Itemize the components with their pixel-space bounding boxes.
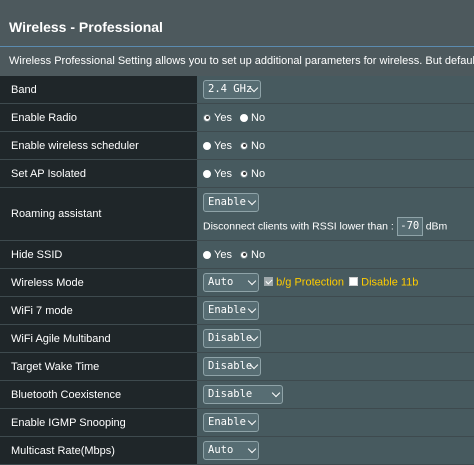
enable-radio-yes-radio[interactable]: [203, 113, 211, 122]
bg-protection-label: b/g Protection: [276, 276, 344, 289]
igmp-snooping-row: Enable IGMP Snooping Enable: [0, 408, 474, 437]
hide-ssid-no-radio[interactable]: [240, 250, 249, 259]
ap-isolated-yes-label: Yes: [214, 167, 232, 180]
enable-radio-row: Enable Radio Yes No: [0, 103, 474, 132]
chevron-down-icon: [247, 304, 257, 314]
wireless-mode-row: Wireless Mode Auto b/g Protection Disabl…: [0, 268, 474, 297]
page-title: Wireless - Professional: [9, 19, 163, 35]
bluetooth-coexistence-select[interactable]: Disable: [203, 385, 283, 404]
wifi7-mode-label: WiFi 7 mode: [0, 296, 197, 325]
agile-multiband-select[interactable]: Disable: [203, 329, 261, 348]
ap-isolated-no-label: No: [251, 167, 266, 180]
roaming-assistant-select[interactable]: Enable: [203, 192, 259, 212]
ap-isolated-no-radio[interactable]: [240, 169, 249, 178]
agile-multiband-row: WiFi Agile Multiband Disable: [0, 324, 474, 353]
wireless-scheduler-no-label: No: [251, 139, 266, 152]
multicast-rate-select[interactable]: Auto: [203, 441, 259, 460]
band-select[interactable]: 2.4 GHz: [203, 80, 261, 99]
page-description: Wireless Professional Setting allows you…: [9, 55, 474, 67]
target-wake-time-select[interactable]: Disable: [203, 357, 261, 376]
rssi-threshold-input[interactable]: -70: [396, 216, 423, 236]
enable-radio-no-label: No: [251, 111, 266, 124]
hide-ssid-label: Hide SSID: [0, 240, 197, 269]
settings-table: Band 2.4 GHz Enable Radio Yes No Enable …: [0, 76, 474, 465]
wireless-scheduler-label: Enable wireless scheduler: [0, 131, 197, 160]
multicast-rate-row: Multicast Rate(Mbps) Auto: [0, 436, 474, 465]
ap-isolated-label: Set AP Isolated: [0, 159, 197, 188]
igmp-snooping-label: Enable IGMP Snooping: [0, 408, 197, 437]
chevron-down-icon: [247, 196, 257, 205]
multicast-rate-label: Multicast Rate(Mbps): [0, 436, 197, 465]
wireless-scheduler-yes-label: Yes: [214, 139, 232, 152]
disable-11b-checkbox[interactable]: [349, 277, 359, 287]
wireless-scheduler-no-radio[interactable]: [240, 141, 249, 150]
target-wake-time-row: Target Wake Time Disable: [0, 352, 474, 381]
wireless-mode-label: Wireless Mode: [0, 268, 197, 297]
bluetooth-coexistence-label: Bluetooth Coexistence: [0, 380, 197, 409]
igmp-snooping-select[interactable]: Enable: [203, 413, 259, 432]
enable-radio-no-radio[interactable]: [240, 113, 249, 122]
rssi-description: Disconnect clients with RSSI lower than …: [203, 219, 394, 232]
wifi7-mode-select[interactable]: Enable: [203, 301, 259, 320]
enable-radio-label: Enable Radio: [0, 103, 197, 132]
wireless-scheduler-yes-radio[interactable]: [203, 141, 211, 150]
rssi-unit: dBm: [425, 219, 448, 232]
hide-ssid-yes-label: Yes: [214, 248, 232, 261]
ap-isolated-row: Set AP Isolated Yes No: [0, 159, 474, 188]
roaming-assistant-label: Roaming assistant: [0, 187, 197, 241]
hide-ssid-row: Hide SSID Yes No: [0, 240, 474, 269]
disable-11b-label: Disable 11b: [361, 276, 419, 289]
bg-protection-checkbox[interactable]: [264, 277, 274, 287]
target-wake-time-label: Target Wake Time: [0, 352, 197, 381]
wireless-mode-select[interactable]: Auto: [203, 273, 259, 292]
band-label: Band: [0, 76, 197, 104]
enable-radio-yes-label: Yes: [214, 111, 232, 124]
hide-ssid-yes-radio[interactable]: [203, 250, 211, 259]
wifi7-mode-row: WiFi 7 mode Enable: [0, 296, 474, 325]
chevron-down-icon: [271, 388, 281, 398]
wireless-scheduler-row: Enable wireless scheduler Yes No: [0, 131, 474, 160]
chevron-down-icon: [247, 276, 257, 286]
agile-multiband-label: WiFi Agile Multiband: [0, 324, 197, 353]
ap-isolated-yes-radio[interactable]: [203, 169, 211, 178]
roaming-assistant-row: Roaming assistant Enable Disconnect clie…: [0, 187, 474, 241]
chevron-down-icon: [247, 416, 257, 426]
hide-ssid-no-label: No: [251, 248, 266, 261]
bluetooth-coexistence-row: Bluetooth Coexistence Disable: [0, 380, 474, 409]
chevron-down-icon: [247, 444, 257, 454]
title-divider: [0, 46, 474, 47]
band-row: Band 2.4 GHz: [0, 76, 474, 104]
